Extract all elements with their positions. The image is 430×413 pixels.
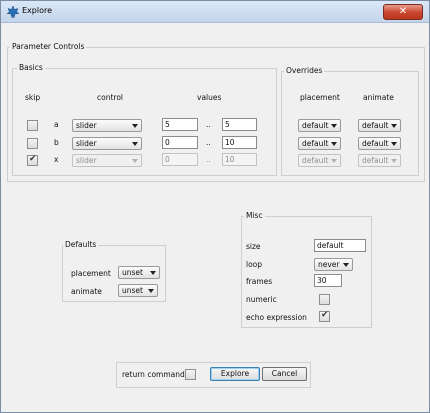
cancel-button[interactable]: Cancel [262,367,307,381]
loop-label: loop [246,260,263,269]
close-button[interactable]: ✕ [383,4,423,20]
parameter-controls-title: Parameter Controls [10,42,87,51]
range-separator-a: .. [206,120,211,129]
misc-group [241,216,372,328]
skip-header: skip [25,93,41,102]
echo-expression-checkbox[interactable]: ✔ [319,310,330,322]
misc-title: Misc [244,211,265,220]
window-title: Explore [22,6,53,15]
size-label: size [246,242,261,251]
skip-checkbox-x[interactable]: ✔ [27,154,38,166]
chevron-down-icon [132,124,138,128]
frames-input[interactable]: 30 [314,274,342,287]
numeric-label: numeric [246,295,277,304]
chevron-down-icon [391,124,397,128]
control-header: control [97,93,123,102]
value-to-input-x[interactable]: 10 [222,153,257,166]
chevron-down-icon [150,271,156,275]
frames-label: frames [246,277,273,286]
override-animate-select-x[interactable]: default [358,154,401,167]
animate-header: animate [363,93,394,102]
value-to-input-a[interactable]: 5 [222,118,257,131]
values-header: values [197,93,222,102]
chevron-down-icon [391,142,397,146]
skip-checkbox-b[interactable] [27,138,38,149]
range-separator-b: .. [206,138,211,147]
param-name-x: x [54,155,59,164]
chevron-down-icon [331,142,337,146]
chevron-down-icon [391,159,397,163]
control-select-x[interactable]: slider [72,154,142,167]
override-animate-select-b[interactable]: default [358,137,401,150]
range-separator-x: .. [206,155,211,164]
placement-header: placement [300,93,340,102]
checkmark-icon: ✔ [321,310,329,320]
skip-checkbox-a[interactable] [27,120,38,131]
defaults-placement-select[interactable]: unset [118,266,160,279]
numeric-checkbox[interactable] [319,294,330,305]
maple-leaf-icon [6,5,20,19]
chevron-down-icon [132,159,138,163]
echo-expression-label: echo expression [246,313,307,322]
loop-select[interactable]: never [314,258,353,271]
defaults-placement-label: placement [71,269,111,278]
chevron-down-icon [132,142,138,146]
value-from-input-b[interactable]: 0 [162,136,198,149]
override-animate-select-a[interactable]: default [358,119,401,132]
return-command-checkbox[interactable] [185,369,196,380]
chevron-down-icon [331,124,337,128]
value-from-input-a[interactable]: 5 [162,118,198,131]
override-placement-select-x[interactable]: default [298,154,341,167]
defaults-animate-select[interactable]: unset [118,284,158,297]
explore-window: Explore ✕ Parameter Controls Basics skip… [0,0,430,413]
chevron-down-icon [331,159,337,163]
value-from-input-x[interactable]: 0 [162,153,198,166]
override-placement-select-a[interactable]: default [298,119,341,132]
control-select-a[interactable]: slider [72,119,142,132]
basics-title: Basics [17,63,45,72]
defaults-animate-label: animate [71,287,102,296]
title-bar: Explore ✕ [1,1,429,23]
checkmark-icon: ✔ [29,154,37,164]
param-name-a: a [54,120,59,129]
param-name-b: b [54,138,59,147]
chevron-down-icon [148,289,154,293]
explore-button[interactable]: Explore [210,367,260,381]
close-icon: ✕ [398,6,408,17]
size-input[interactable]: default [314,239,366,252]
value-to-input-b[interactable]: 10 [222,136,257,149]
overrides-title: Overrides [284,66,325,75]
defaults-title: Defaults [63,240,99,249]
control-select-b[interactable]: slider [72,137,142,150]
chevron-down-icon [343,263,349,267]
override-placement-select-b[interactable]: default [298,137,341,150]
return-command-label: return command [122,370,185,379]
